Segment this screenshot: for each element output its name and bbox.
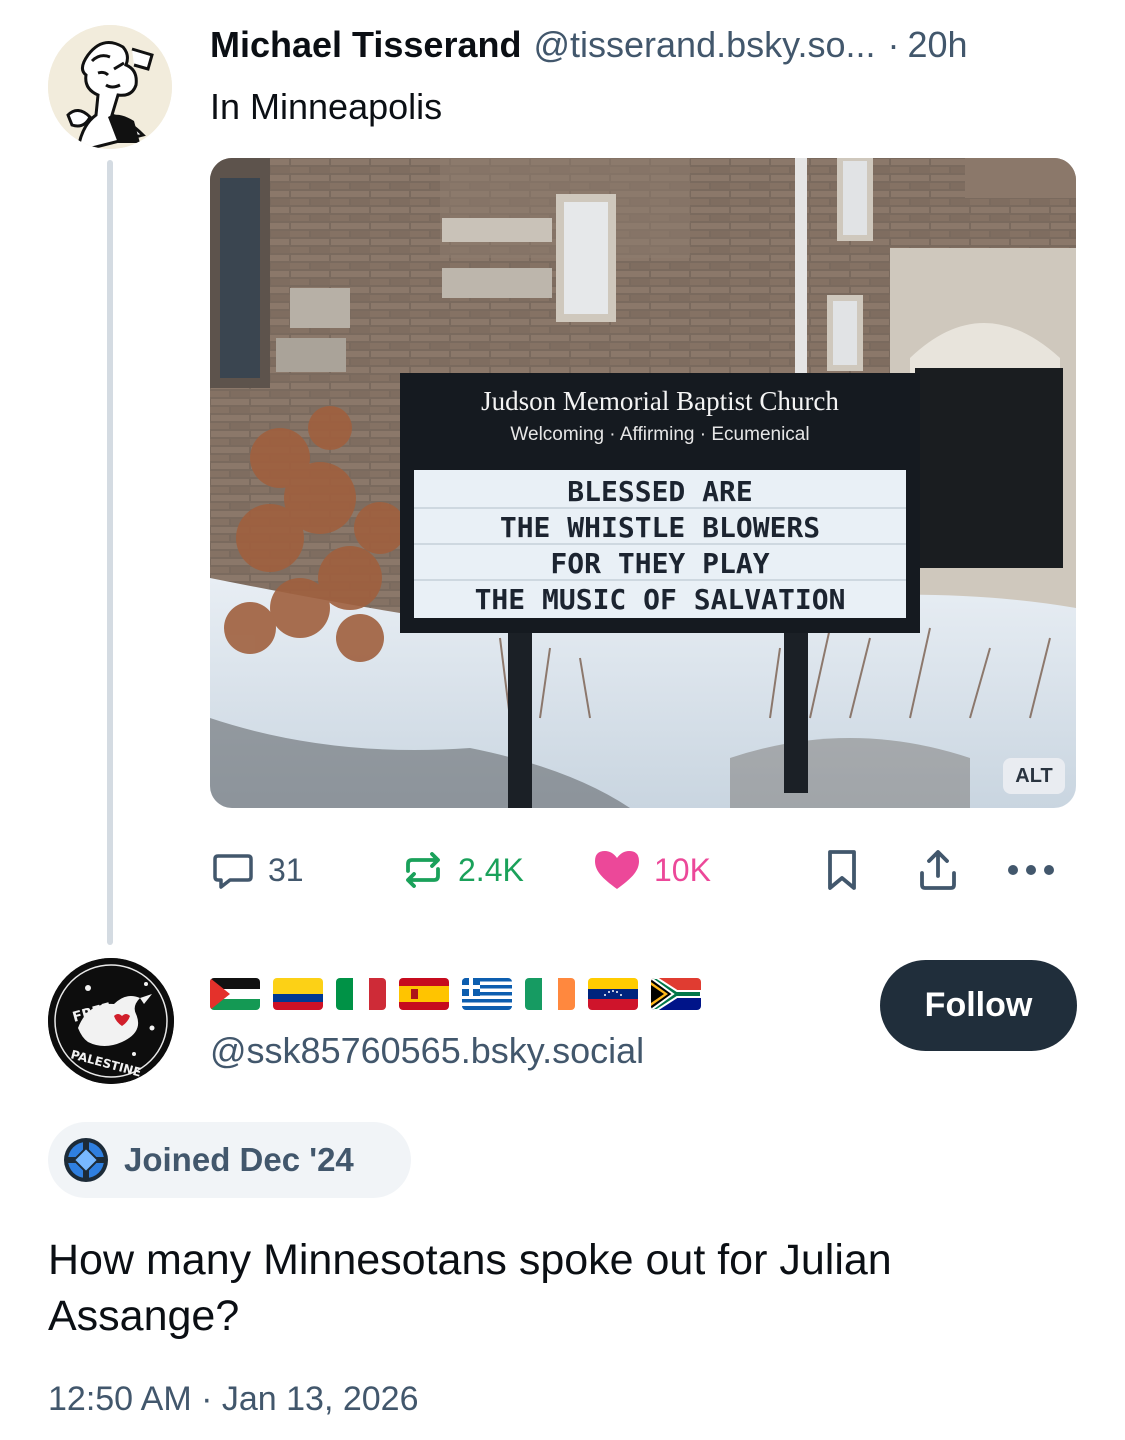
palestine-flag-icon xyxy=(210,978,260,1010)
thread-connector-line xyxy=(107,160,113,945)
display-name-flags xyxy=(210,978,701,1010)
like-button[interactable]: 10K xyxy=(592,840,711,900)
reply-author-avatar[interactable]: FREE PALESTINE xyxy=(48,958,174,1084)
post-text: In Minneapolis xyxy=(210,86,443,127)
repost-count: 2.4K xyxy=(458,851,524,888)
bookmark-icon xyxy=(828,850,856,890)
new-user-icon xyxy=(64,1138,108,1182)
sign-line-1: BLESSED ARE xyxy=(567,475,752,508)
sign-title: Judson Memorial Baptist Church xyxy=(481,386,839,416)
post-header: Michael Tisserand @tisserand.bsky.so... … xyxy=(210,24,1090,70)
post-image[interactable]: Judson Memorial Baptist Church Welcoming… xyxy=(210,158,1076,808)
reply-timestamp[interactable]: 12:50 AM · Jan 13, 2026 xyxy=(48,1380,418,1419)
author-name[interactable]: Michael Tisserand xyxy=(210,24,521,66)
reply-button[interactable]: 31 xyxy=(210,840,304,900)
share-icon xyxy=(920,850,956,890)
post-actions: 31 2.4K 10K xyxy=(210,840,1070,900)
sign-line-4: THE MUSIC OF SALVATION xyxy=(475,583,846,616)
more-button[interactable] xyxy=(1005,840,1057,900)
joined-badge: Joined Dec '24 xyxy=(48,1122,411,1198)
bookmark-button[interactable] xyxy=(822,840,862,900)
author-handle[interactable]: @tisserand.bsky.so... xyxy=(533,24,875,66)
venezuela-flag-icon xyxy=(588,978,638,1010)
like-count: 10K xyxy=(654,851,711,888)
sign-subtitle: Welcoming · Affirming · Ecumenical xyxy=(510,424,809,445)
author-avatar[interactable] xyxy=(48,25,172,149)
italy-flag-icon xyxy=(336,978,386,1010)
follow-button[interactable]: Follow xyxy=(880,960,1077,1051)
colombia-flag-icon xyxy=(273,978,323,1010)
alt-badge[interactable]: ALT xyxy=(1003,758,1065,794)
repost-button[interactable]: 2.4K xyxy=(400,840,524,900)
share-button[interactable] xyxy=(915,840,961,900)
repost-icon xyxy=(406,852,440,888)
heart-icon xyxy=(595,851,639,889)
separator: · xyxy=(887,24,900,65)
south-africa-flag-icon xyxy=(651,978,701,1010)
spain-flag-icon xyxy=(399,978,449,1010)
reply-count: 31 xyxy=(268,851,304,888)
sign-line-2: THE WHISTLE BLOWERS xyxy=(500,511,820,544)
greece-flag-icon xyxy=(462,978,512,1010)
reply-icon xyxy=(213,854,253,889)
ireland-flag-icon xyxy=(525,978,575,1010)
joined-label: Joined Dec '24 xyxy=(124,1141,354,1178)
post-time[interactable]: 20h xyxy=(907,24,967,66)
reply-author-handle[interactable]: @ssk85760565.bsky.social xyxy=(210,1030,644,1072)
reply-text: How many Minnesotans spoke out for Julia… xyxy=(48,1236,892,1340)
sign-line-3: FOR THEY PLAY xyxy=(550,547,769,580)
more-icon xyxy=(1008,865,1054,875)
